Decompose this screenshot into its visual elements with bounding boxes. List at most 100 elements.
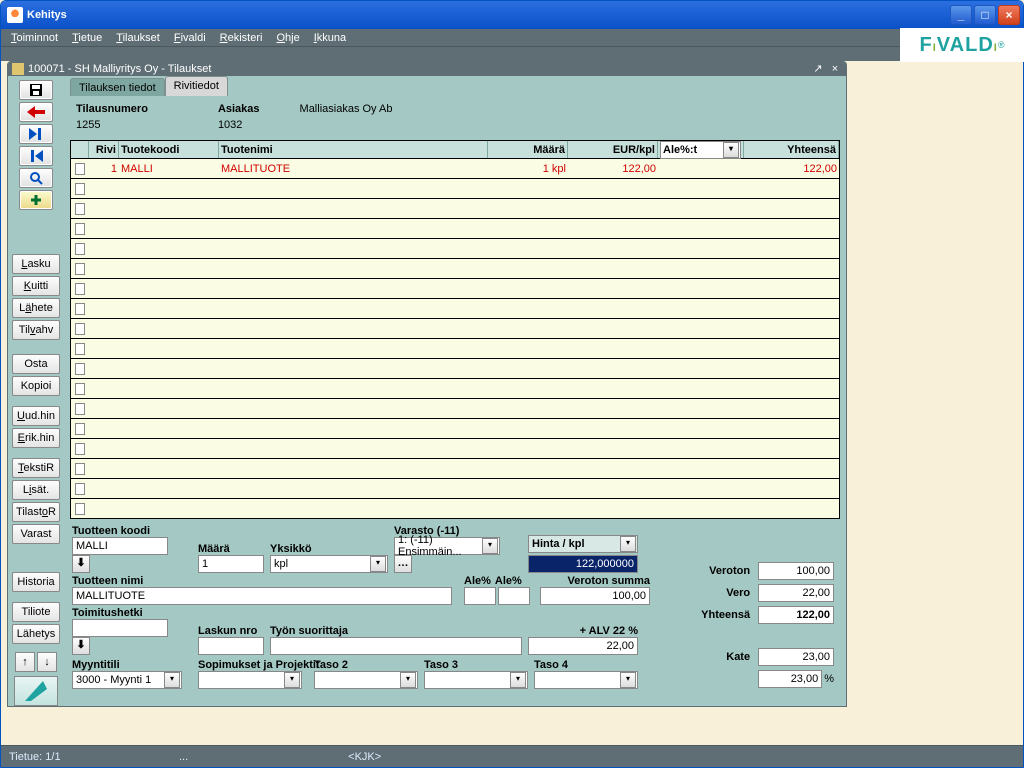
tuotteen-nimi-input[interactable]	[72, 587, 452, 605]
inner-titlebar: 100071 - SH Malliyritys Oy - Tilaukset ↗…	[8, 62, 846, 76]
row-checkbox[interactable]	[75, 423, 85, 435]
maximize-button[interactable]: □	[974, 5, 996, 25]
row-checkbox[interactable]	[75, 243, 85, 255]
btn-osta[interactable]: Osta	[12, 354, 60, 374]
row-checkbox[interactable]	[75, 503, 85, 515]
table-row[interactable]	[71, 179, 839, 199]
btn-lisat[interactable]: Lisät.	[12, 480, 60, 500]
menu-toiminnot[interactable]: Toiminnot	[7, 31, 62, 45]
row-checkbox[interactable]	[75, 443, 85, 455]
table-row[interactable]	[71, 239, 839, 259]
btn-kopioi[interactable]: Kopioi	[12, 376, 60, 396]
close-button[interactable]: ×	[998, 5, 1020, 25]
toimitushetki-cal[interactable]: ⬇	[72, 637, 90, 655]
table-row[interactable]	[71, 279, 839, 299]
btn-tekstir[interactable]: TekstiR	[12, 458, 60, 478]
back-icon[interactable]	[19, 102, 53, 122]
tuotteen-koodi-input[interactable]	[72, 537, 168, 555]
btn-varast[interactable]: Varast	[12, 524, 60, 544]
row-checkbox[interactable]	[75, 283, 85, 295]
minimize-button[interactable]: _	[950, 5, 972, 25]
tuotteen-koodi-lookup[interactable]: ⬇	[72, 555, 90, 573]
taso4-select[interactable]	[534, 671, 638, 689]
table-row[interactable]	[71, 199, 839, 219]
table-row[interactable]	[71, 459, 839, 479]
prev-icon[interactable]	[19, 146, 53, 166]
btn-historia[interactable]: Historia	[12, 572, 60, 592]
inner-restore-button[interactable]: ↗	[811, 62, 825, 76]
maara-input[interactable]	[198, 555, 264, 573]
table-row[interactable]	[71, 419, 839, 439]
inner-close-button[interactable]: ×	[828, 62, 842, 76]
btn-kuitti[interactable]: Kuitti	[12, 276, 60, 296]
tab-tilauksen-tiedot[interactable]: Tilauksen tiedot	[70, 78, 165, 96]
ale1-input[interactable]	[464, 587, 496, 605]
btn-logo[interactable]	[14, 676, 58, 706]
menu-ikkuna[interactable]: Ikkuna	[310, 31, 350, 45]
row-checkbox[interactable]	[75, 363, 85, 375]
row-checkbox[interactable]	[75, 343, 85, 355]
ale2-input[interactable]	[498, 587, 530, 605]
tab-rivitiedot[interactable]: Rivitiedot	[165, 76, 228, 96]
hinta-input[interactable]	[528, 555, 638, 573]
hinta-select[interactable]: Hinta / kpl	[528, 535, 638, 553]
toimitushetki-input[interactable]	[72, 619, 168, 637]
btn-tilastor[interactable]: TilastoR	[12, 502, 60, 522]
next-icon[interactable]	[19, 124, 53, 144]
varasto-select[interactable]: 1: (-11) Ensimmäin...	[394, 537, 500, 555]
menu-tilaukset[interactable]: Tilaukset	[112, 31, 164, 45]
table-row[interactable]	[71, 439, 839, 459]
veroton-summa-input[interactable]	[540, 587, 650, 605]
myyntitili-select[interactable]: 3000 - Myynti 1	[72, 671, 182, 689]
laskun-nro-input[interactable]	[198, 637, 264, 655]
row-checkbox[interactable]	[75, 323, 85, 335]
table-row[interactable]	[71, 319, 839, 339]
table-row[interactable]	[71, 479, 839, 499]
branding-logo: FIVALDI®	[900, 28, 1024, 62]
alv-input[interactable]	[528, 637, 638, 655]
table-row[interactable]	[71, 299, 839, 319]
zoom-icon[interactable]	[19, 168, 53, 188]
btn-lasku[interactable]: Lasku	[12, 254, 60, 274]
table-row[interactable]	[71, 399, 839, 419]
btn-lahetys[interactable]: Lähetys	[12, 624, 60, 644]
table-row[interactable]	[71, 259, 839, 279]
row-checkbox[interactable]	[75, 383, 85, 395]
tyon-suorittaja-input[interactable]	[270, 637, 522, 655]
add-icon[interactable]	[19, 190, 53, 210]
row-checkbox[interactable]	[75, 403, 85, 415]
btn-up[interactable]: ↑	[15, 652, 35, 672]
outer-window: Kehitys _ □ × Toiminnot Tietue Tilaukset…	[0, 0, 1024, 768]
table-row[interactable]	[71, 219, 839, 239]
taso3-select[interactable]	[424, 671, 528, 689]
btn-down[interactable]: ↓	[37, 652, 57, 672]
form-header: Tilausnumero Asiakas Malliasiakas Oy Ab …	[64, 96, 846, 140]
menu-ohje[interactable]: Ohje	[272, 31, 303, 45]
btn-lahete[interactable]: Lähete	[12, 298, 60, 318]
btn-tiliote[interactable]: Tiliote	[12, 602, 60, 622]
yksikko-select[interactable]: kpl	[270, 555, 388, 573]
taso2-select[interactable]	[314, 671, 418, 689]
btn-uudhin[interactable]: Uud.hin	[12, 406, 60, 426]
table-row[interactable]	[71, 499, 839, 519]
row-checkbox[interactable]	[75, 483, 85, 495]
btn-tilvahv[interactable]: Tilvahv	[12, 320, 60, 340]
sopimukset-select[interactable]	[198, 671, 302, 689]
table-row[interactable]	[71, 339, 839, 359]
table-row[interactable]	[71, 379, 839, 399]
menu-rekisteri[interactable]: Rekisteri	[216, 31, 267, 45]
row-checkbox[interactable]	[75, 463, 85, 475]
row-checkbox[interactable]	[75, 223, 85, 235]
row-checkbox[interactable]	[75, 303, 85, 315]
row-checkbox[interactable]	[75, 263, 85, 275]
table-row[interactable]: 1MALLIMALLITUOTE1 kpl122,00122,00	[71, 159, 839, 179]
row-checkbox[interactable]	[75, 183, 85, 195]
row-checkbox[interactable]	[75, 163, 85, 175]
save-icon[interactable]	[19, 80, 53, 100]
menu-bar: Toiminnot Tietue Tilaukset Fivaldi Rekis…	[1, 29, 1023, 47]
menu-fivaldi[interactable]: Fivaldi	[170, 31, 210, 45]
menu-tietue[interactable]: Tietue	[68, 31, 106, 45]
table-row[interactable]	[71, 359, 839, 379]
btn-erikhin[interactable]: Erik.hin	[12, 428, 60, 448]
row-checkbox[interactable]	[75, 203, 85, 215]
